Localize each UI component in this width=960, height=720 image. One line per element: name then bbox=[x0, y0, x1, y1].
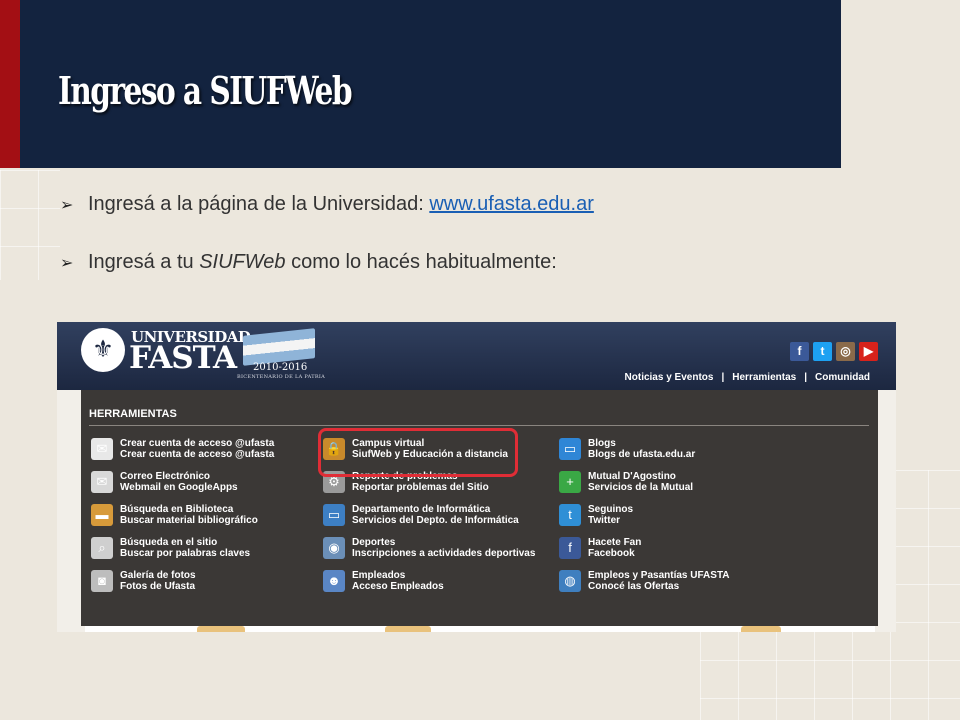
globe-icon: ◍ bbox=[559, 570, 581, 592]
menu-item-subtitle: Fotos de Ufasta bbox=[120, 581, 196, 592]
monitor-icon: ▭ bbox=[323, 504, 345, 526]
bullet2-pre: Ingresá a tu bbox=[88, 251, 200, 273]
envelope-add-icon: ✉ bbox=[91, 438, 113, 460]
facebook-icon[interactable]: f bbox=[790, 342, 809, 361]
chat-bubble-icon: ▭ bbox=[559, 438, 581, 460]
website-screenshot: ⚜ UNIVERSIDAD FASTA 2010-2016 BICENTENAR… bbox=[57, 322, 896, 632]
panel-divider bbox=[89, 425, 869, 426]
menu-item-title: Crear cuenta de acceso @ufasta bbox=[120, 438, 275, 449]
menu-item-subtitle: Webmail en GoogleApps bbox=[120, 482, 238, 493]
herramientas-panel: HERRAMIENTAS ✉ Crear cuenta de acceso @uf… bbox=[81, 390, 878, 626]
site-header: ⚜ UNIVERSIDAD FASTA 2010-2016 BICENTENAR… bbox=[57, 322, 896, 390]
arrow-bullet-icon: ➢ bbox=[60, 197, 74, 214]
facebook-icon: f bbox=[559, 537, 581, 559]
background-grid-left bbox=[0, 170, 60, 280]
folder-icon: ▬ bbox=[91, 504, 113, 526]
logo-fasta-text: FASTA bbox=[129, 340, 237, 376]
menu-item[interactable]: ▭ Departamento de Informática Servicios de… bbox=[323, 504, 553, 530]
menu-item-subtitle: Acceso Empleados bbox=[352, 581, 444, 592]
user-icon: ☻ bbox=[323, 570, 345, 592]
campus-virtual-highlight bbox=[318, 428, 518, 477]
top-navigation: Noticias y Eventos | Herramientas | Comunida… bbox=[625, 372, 870, 383]
bicentenario-label: BICENTENARIO DE LA PATRIA bbox=[237, 374, 326, 380]
envelope-icon: ✉ bbox=[91, 471, 113, 493]
nav-comunidad[interactable]: Comunidad bbox=[815, 372, 870, 383]
menu-item[interactable]: ▭ Blogs Blogs de ufasta.edu.ar bbox=[559, 438, 789, 464]
menu-item-title: Empleos y Pasantías UFASTA bbox=[588, 570, 730, 581]
menu-item-subtitle: Conocé las Ofertas bbox=[588, 581, 680, 592]
nav-separator: | bbox=[804, 372, 807, 383]
nav-noticias[interactable]: Noticias y Eventos bbox=[625, 372, 714, 383]
menu-item[interactable]: t Seguinos Twitter bbox=[559, 504, 789, 530]
twitter-icon: t bbox=[559, 504, 581, 526]
menu-item-subtitle: Crear cuenta de acceso @ufasta bbox=[120, 449, 275, 460]
nav-herramientas[interactable]: Herramientas bbox=[732, 372, 796, 383]
menu-item-subtitle: Buscar por palabras claves bbox=[120, 548, 251, 559]
menu-item-title: Búsqueda en Biblioteca bbox=[120, 504, 234, 515]
menu-item-title: Búsqueda en el sitio bbox=[120, 537, 218, 548]
content-fragment bbox=[385, 626, 431, 632]
slide-title: Ingreso a SIUFWeb bbox=[58, 68, 353, 113]
menu-item-title: Empleados bbox=[352, 570, 406, 581]
menu-item[interactable]: ◙ Galería de fotos Fotos de Ufasta bbox=[91, 570, 321, 596]
menu-item-subtitle: Blogs de ufasta.edu.ar bbox=[588, 449, 696, 460]
menu-item-title: Galería de fotos bbox=[120, 570, 196, 581]
content-fragment bbox=[197, 626, 245, 632]
red-accent-bar bbox=[0, 0, 20, 168]
menu-item[interactable]: ☻ Empleados Acceso Empleados bbox=[323, 570, 553, 596]
menu-item-title: Mutual D'Agostino bbox=[588, 471, 676, 482]
menu-item-title: Departamento de Informática bbox=[352, 504, 491, 515]
menu-item-title: Deportes bbox=[352, 537, 396, 548]
menu-item[interactable]: + Mutual D'Agostino Servicios de la Mutual bbox=[559, 471, 789, 497]
menu-item[interactable]: ◉ Deportes Inscripciones a actividades dep… bbox=[323, 537, 553, 563]
content-fragment bbox=[741, 626, 781, 632]
menu-item[interactable]: f Hacete Fan Facebook bbox=[559, 537, 789, 563]
bullet-enter-siufweb: ➢ Ingresá a tu SIUFWeb como lo hacés habi… bbox=[60, 251, 557, 274]
twitter-icon[interactable]: t bbox=[813, 342, 832, 361]
menu-item[interactable]: ✉ Correo Electrónico Webmail en GoogleApps bbox=[91, 471, 321, 497]
menu-item[interactable]: ◍ Empleos y Pasantías UFASTA Conocé las Of… bbox=[559, 570, 789, 596]
bullet-visit-site: ➢ Ingresá a la página de la Universidad: … bbox=[60, 193, 594, 216]
menu-item-subtitle: Reportar problemas del Sitio bbox=[352, 482, 489, 493]
university-link[interactable]: www.ufasta.edu.ar bbox=[429, 193, 594, 215]
menu-item-subtitle: Facebook bbox=[588, 548, 635, 559]
anniversary-years: 2010-2016 bbox=[253, 362, 308, 373]
arrow-bullet-icon: ➢ bbox=[60, 255, 74, 272]
menu-item-subtitle: Twitter bbox=[588, 515, 621, 526]
menu-item[interactable]: ✉ Crear cuenta de acceso @ufasta Crear cue… bbox=[91, 438, 321, 464]
panel-title: HERRAMIENTAS bbox=[89, 408, 177, 420]
instagram-icon[interactable]: ◎ bbox=[836, 342, 855, 361]
menu-item[interactable]: ▬ Búsqueda en Biblioteca Buscar material b… bbox=[91, 504, 321, 530]
disc-icon: ◉ bbox=[323, 537, 345, 559]
plus-circle-icon: + bbox=[559, 471, 581, 493]
menu-item[interactable]: ⌕ Búsqueda en el sitio Buscar por palabras… bbox=[91, 537, 321, 563]
menu-item-title: Blogs bbox=[588, 438, 616, 449]
menu-item-title: Seguinos bbox=[588, 504, 634, 515]
camera-icon: ◙ bbox=[91, 570, 113, 592]
youtube-icon[interactable]: ▶ bbox=[859, 342, 878, 361]
bullet2-post: como lo hacés habitualmente: bbox=[285, 251, 557, 273]
search-doc-icon: ⌕ bbox=[91, 537, 113, 559]
nav-separator: | bbox=[721, 372, 725, 383]
menu-item-title: Hacete Fan bbox=[588, 537, 642, 548]
menu-item-subtitle: Inscripciones a actividades deportivas bbox=[352, 548, 536, 559]
bullet1-text: Ingresá a la página de la Universidad: bbox=[88, 193, 430, 215]
menu-item-subtitle: Servicios del Depto. de Informática bbox=[352, 515, 519, 526]
bullet2-siufweb: SIUFWeb bbox=[199, 251, 286, 273]
menu-item-subtitle: Buscar material bibliográfico bbox=[120, 515, 258, 526]
flag-ribbon-icon bbox=[243, 328, 315, 366]
menu-item-title: Correo Electrónico bbox=[120, 471, 211, 482]
menu-item-subtitle: Servicios de la Mutual bbox=[588, 482, 694, 493]
ufasta-logo-icon[interactable]: ⚜ bbox=[81, 328, 125, 372]
